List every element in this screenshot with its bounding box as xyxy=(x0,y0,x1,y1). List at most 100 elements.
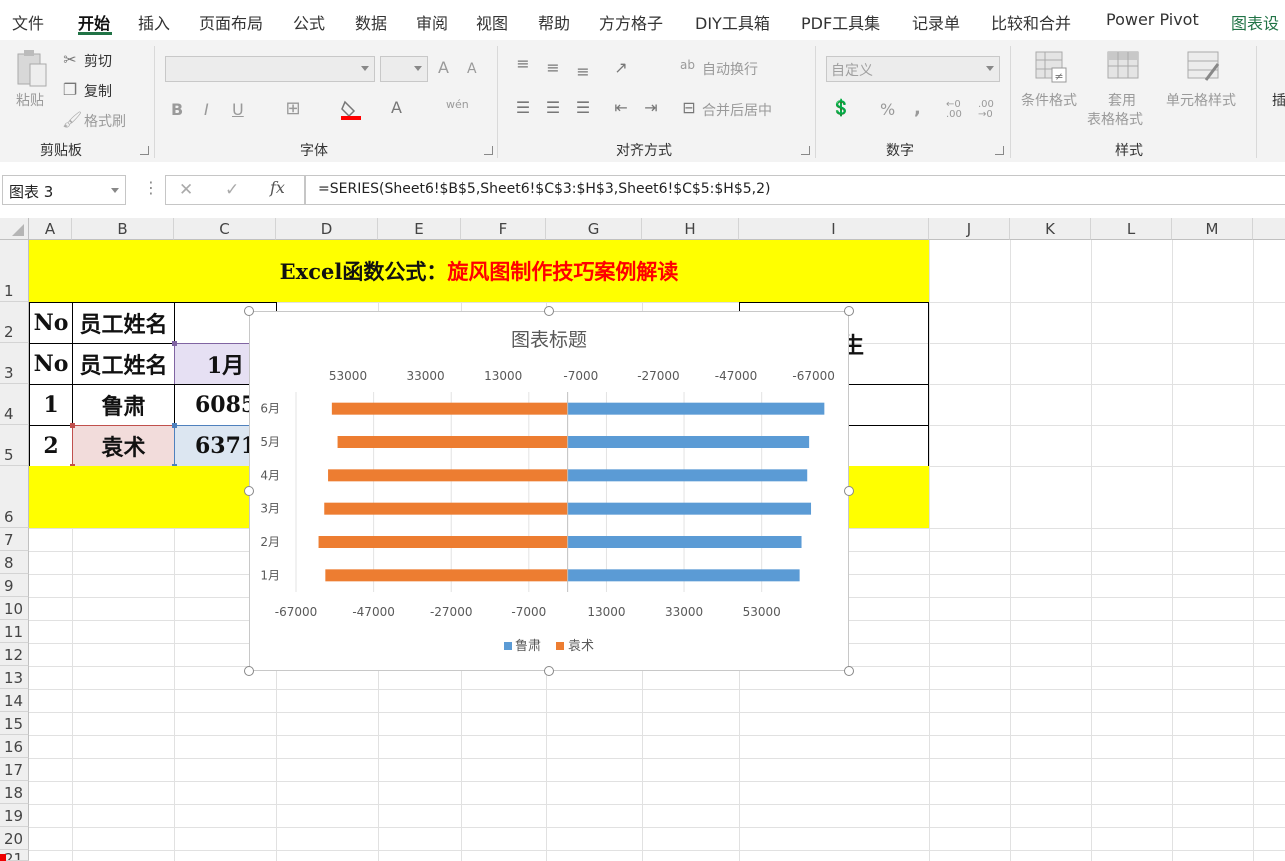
decrease-decimal-button[interactable]: .00 →0 xyxy=(978,100,998,120)
resize-handle[interactable] xyxy=(844,306,854,316)
cell-a4[interactable]: 1 xyxy=(29,384,73,426)
formula-input[interactable]: =SERIES(Sheet6!$B$5,Sheet6!$C$3:$H$3,She… xyxy=(305,175,1285,205)
resize-handle[interactable] xyxy=(544,666,554,676)
table-format-icon[interactable] xyxy=(1106,50,1142,84)
copy-button[interactable]: 复制 xyxy=(84,81,112,101)
row-header[interactable]: 11 xyxy=(0,620,29,643)
tab-data[interactable]: 数据 xyxy=(355,10,387,34)
row-header[interactable]: 16 xyxy=(0,735,29,758)
phonetic-button[interactable]: wén xyxy=(446,98,469,111)
align-top-icon[interactable]: ≡ xyxy=(512,54,534,73)
column-header[interactable]: G xyxy=(546,218,642,240)
resize-handle[interactable] xyxy=(244,306,254,316)
increase-indent-icon[interactable]: ⇥ xyxy=(640,98,662,117)
column-header[interactable]: F xyxy=(461,218,546,240)
table-format-button[interactable]: 套用 xyxy=(1108,90,1136,110)
tab-home[interactable]: 开始 xyxy=(78,10,110,34)
paste-icon[interactable] xyxy=(14,48,50,90)
tab-formulas[interactable]: 公式 xyxy=(293,10,325,34)
name-box[interactable]: 图表 3 xyxy=(2,175,126,205)
shrink-font-button[interactable]: A xyxy=(467,61,477,77)
tab-help[interactable]: 帮助 xyxy=(538,10,570,34)
conditional-format-button[interactable]: 条件格式 xyxy=(1021,90,1077,110)
tab-fangfang[interactable]: 方方格子 xyxy=(599,10,663,34)
row-header[interactable]: 8 xyxy=(0,551,29,574)
row-header[interactable]: 13 xyxy=(0,666,29,689)
row-header[interactable]: 1 xyxy=(0,240,29,302)
column-header[interactable]: D xyxy=(276,218,378,240)
row-header[interactable]: 7 xyxy=(0,528,29,551)
cell-b4[interactable]: 鲁肃 xyxy=(72,384,175,426)
tab-pdf-tools[interactable]: PDF工具集 xyxy=(801,10,880,34)
more-options-icon[interactable]: ⋮ xyxy=(143,178,159,197)
cell-b3[interactable]: 员工姓名 xyxy=(72,343,175,385)
align-center-icon[interactable]: ☰ xyxy=(542,98,564,117)
tab-insert[interactable]: 插入 xyxy=(138,10,170,34)
tab-chart-design[interactable]: 图表设 xyxy=(1231,10,1279,34)
tornado-chart[interactable]: 图表标题 53000 33000 13000 -7000 -27000 -47000 -670… xyxy=(249,311,849,671)
row-header[interactable]: 9 xyxy=(0,574,29,597)
column-header[interactable]: I xyxy=(739,218,929,240)
column-header[interactable]: B xyxy=(72,218,174,240)
number-format-select[interactable]: 自定义 xyxy=(826,56,1000,82)
tab-review[interactable]: 审阅 xyxy=(416,10,448,34)
row-header[interactable]: 14 xyxy=(0,689,29,712)
font-launcher-icon[interactable] xyxy=(484,146,493,155)
tab-view[interactable]: 视图 xyxy=(476,10,508,34)
resize-handle[interactable] xyxy=(844,486,854,496)
row-header[interactable]: 10 xyxy=(0,597,29,620)
tab-power-pivot[interactable]: Power Pivot xyxy=(1106,10,1199,29)
number-launcher-icon[interactable] xyxy=(995,146,1004,155)
tab-compare-merge[interactable]: 比较和合并 xyxy=(991,10,1071,34)
resize-handle[interactable] xyxy=(244,486,254,496)
align-middle-icon[interactable]: ≡ xyxy=(542,58,564,77)
cell-a3[interactable]: No xyxy=(29,343,73,385)
merge-center-button[interactable]: 合并后居中 xyxy=(702,100,772,120)
decrease-indent-icon[interactable]: ⇤ xyxy=(610,98,632,117)
accounting-format-icon[interactable]: 💲 xyxy=(830,98,852,117)
column-header[interactable]: K xyxy=(1010,218,1091,240)
fill-color-icon[interactable] xyxy=(340,98,362,120)
column-header[interactable]: L xyxy=(1091,218,1172,240)
bold-button[interactable]: B xyxy=(171,100,183,119)
clipboard-launcher-icon[interactable] xyxy=(140,146,149,155)
cell-styles-button[interactable]: 单元格样式 xyxy=(1166,90,1236,110)
cell-b5[interactable]: 袁术 xyxy=(72,425,175,467)
align-bottom-icon[interactable]: ≡ xyxy=(572,62,594,81)
resize-handle[interactable] xyxy=(244,666,254,676)
column-header[interactable]: E xyxy=(378,218,461,240)
row-header[interactable]: 6 xyxy=(0,466,29,528)
align-right-icon[interactable]: ☰ xyxy=(572,98,594,117)
orientation-icon[interactable]: ↗ xyxy=(610,58,632,77)
row-header[interactable]: 17 xyxy=(0,758,29,781)
column-header[interactable] xyxy=(1253,218,1285,240)
align-left-icon[interactable]: ☰ xyxy=(512,98,534,117)
sheet-title[interactable]: Excel函数公式： 旋风图制作技巧案例解读 xyxy=(29,240,929,302)
enter-icon[interactable]: ✓ xyxy=(225,180,239,200)
tab-diy-toolbox[interactable]: DIY工具箱 xyxy=(695,10,770,34)
grow-font-button[interactable]: A xyxy=(438,58,449,77)
italic-button[interactable]: I xyxy=(204,100,209,119)
cancel-icon[interactable]: ✕ xyxy=(179,180,193,200)
row-header[interactable]: 19 xyxy=(0,804,29,827)
row-header[interactable]: 18 xyxy=(0,781,29,804)
percent-style-button[interactable]: % xyxy=(880,100,895,119)
format-painter-button[interactable]: 格式刷 xyxy=(84,111,126,131)
font-color-button[interactable]: A xyxy=(391,98,402,117)
row-header[interactable]: 2 xyxy=(0,302,29,343)
cell-styles-icon[interactable] xyxy=(1186,50,1222,84)
column-header[interactable]: J xyxy=(929,218,1010,240)
cell-b2[interactable]: 员工姓名 xyxy=(72,302,175,344)
font-name-select[interactable] xyxy=(165,56,375,82)
range-handle[interactable] xyxy=(172,341,177,346)
underline-button[interactable]: U xyxy=(232,100,244,119)
select-all-corner[interactable] xyxy=(0,218,29,240)
row-header[interactable]: 4 xyxy=(0,384,29,425)
resize-handle[interactable] xyxy=(844,666,854,676)
tab-record-sheet[interactable]: 记录单 xyxy=(912,10,960,34)
range-handle[interactable] xyxy=(70,423,75,428)
alignment-launcher-icon[interactable] xyxy=(801,146,810,155)
comma-style-button[interactable]: , xyxy=(914,98,921,119)
tab-page-layout[interactable]: 页面布局 xyxy=(199,10,263,34)
row-header[interactable]: 12 xyxy=(0,643,29,666)
